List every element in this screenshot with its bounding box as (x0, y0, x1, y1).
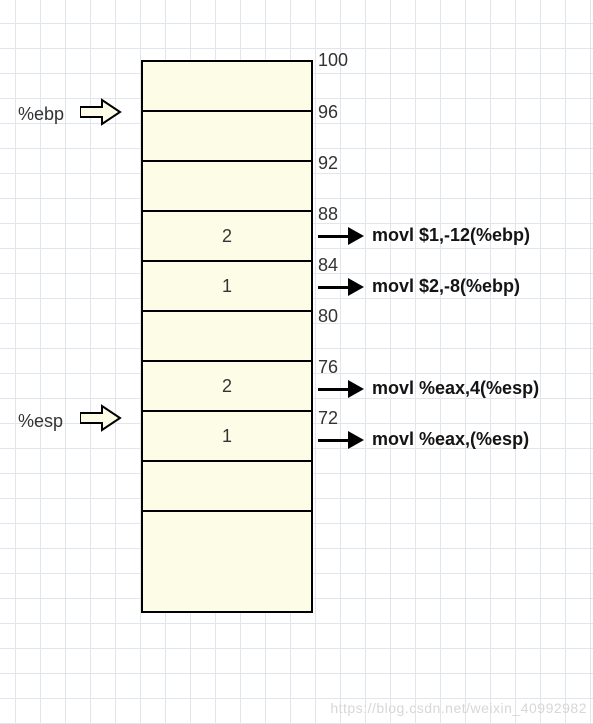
ebp-arrow-icon (80, 98, 122, 126)
stack-value: 2 (222, 226, 232, 247)
stack-slot-92-88 (143, 162, 311, 212)
stack-slot-below-2 (143, 512, 311, 611)
stack-value: 1 (222, 426, 232, 447)
stack-slot-72-68: 1 (143, 412, 311, 462)
arrow-right-icon (318, 278, 364, 296)
address-label: 80 (318, 306, 338, 327)
address-label: 96 (318, 102, 338, 123)
arrow-right-icon (318, 380, 364, 398)
stack-value: 1 (222, 276, 232, 297)
arrow-right-icon (318, 431, 364, 449)
instruction-label: movl $2,-8(%ebp) (372, 276, 520, 297)
address-label: 84 (318, 255, 338, 276)
address-label: 92 (318, 153, 338, 174)
stack-slot-below-1 (143, 462, 311, 512)
address-label: 72 (318, 408, 338, 429)
arrow-right-icon (318, 227, 364, 245)
stack-slot-100-96 (143, 62, 311, 112)
instruction-label: movl $1,-12(%ebp) (372, 225, 530, 246)
address-label: 88 (318, 204, 338, 225)
diagram-canvas: 2 1 2 1 100 96 92 88 84 80 76 72 %ebp %e… (0, 0, 593, 724)
stack-slot-96-92 (143, 112, 311, 162)
instruction-label: movl %eax,4(%esp) (372, 378, 539, 399)
stack-value: 2 (222, 376, 232, 397)
instruction-label: movl %eax,(%esp) (372, 429, 529, 450)
stack-slot-80-76 (143, 312, 311, 362)
esp-arrow-icon (80, 404, 122, 432)
stack-slot-84-80: 1 (143, 262, 311, 312)
address-label: 76 (318, 357, 338, 378)
stack-slot-76-72: 2 (143, 362, 311, 412)
stack-slot-88-84: 2 (143, 212, 311, 262)
watermark: https://blog.csdn.net/weixin_40992982 (330, 700, 587, 716)
esp-label: %esp (18, 411, 63, 432)
ebp-label: %ebp (18, 104, 64, 125)
address-label: 100 (318, 50, 348, 71)
stack-frame: 2 1 2 1 (141, 60, 313, 613)
